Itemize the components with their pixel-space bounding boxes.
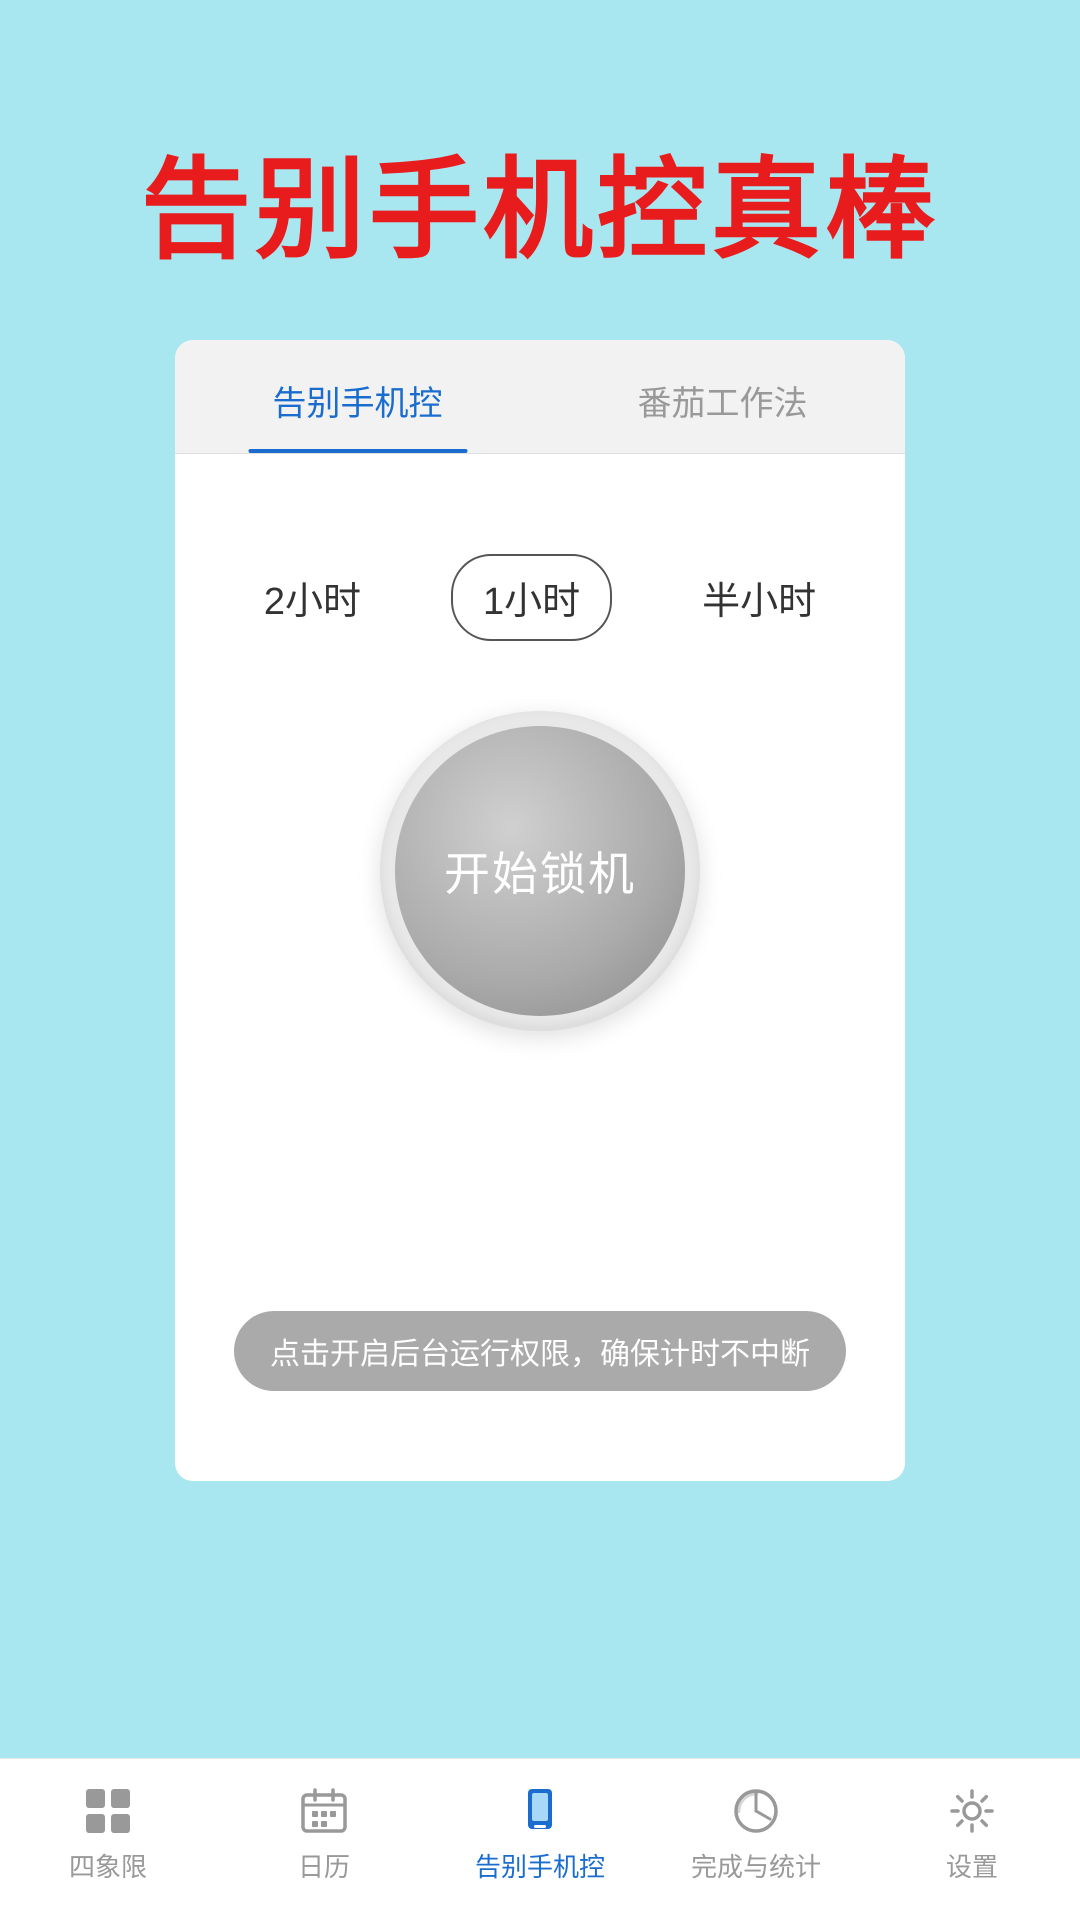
hero-title: 告别手机控真棒 xyxy=(0,120,1080,280)
nav-item-calendar[interactable]: 日历 xyxy=(254,1783,394,1884)
nav-label-stats: 完成与统计 xyxy=(691,1847,821,1884)
tab-content: 2小时 1小时 半小时 开始锁机 点击开启后台运行权限，确保计时不中断 xyxy=(175,454,905,1481)
phone-control-icon xyxy=(512,1783,568,1839)
tab-pomodoro[interactable]: 番茄工作法 xyxy=(540,340,905,453)
stats-icon xyxy=(728,1783,784,1839)
tab-bar: 告别手机控 番茄工作法 xyxy=(175,340,905,454)
nav-label-calendar: 日历 xyxy=(298,1847,350,1884)
nav-label-settings: 设置 xyxy=(946,1847,998,1884)
bottom-hint-text: 点击开启后台运行权限，确保计时不中断 xyxy=(270,1338,810,1371)
time-option-2h[interactable]: 2小时 xyxy=(234,556,391,639)
nav-item-stats[interactable]: 完成与统计 xyxy=(686,1783,826,1884)
lock-button[interactable]: 开始锁机 xyxy=(380,711,700,1031)
time-option-1h[interactable]: 1小时 xyxy=(451,554,612,641)
time-options-group: 2小时 1小时 半小时 xyxy=(234,554,846,641)
bottom-nav: 四象限 日历 告别手机控 xyxy=(0,1758,1080,1920)
settings-icon xyxy=(944,1783,1000,1839)
bottom-hint[interactable]: 点击开启后台运行权限，确保计时不中断 xyxy=(234,1311,846,1391)
quadrant-icon xyxy=(80,1783,136,1839)
tab-phone-control[interactable]: 告别手机控 xyxy=(175,340,540,453)
nav-label-phone-control: 告别手机控 xyxy=(475,1847,605,1884)
calendar-icon xyxy=(296,1783,352,1839)
time-option-half-h[interactable]: 半小时 xyxy=(672,556,846,639)
nav-item-settings[interactable]: 设置 xyxy=(902,1783,1042,1884)
nav-item-quadrant[interactable]: 四象限 xyxy=(38,1783,178,1884)
nav-item-phone-control[interactable]: 告别手机控 xyxy=(470,1783,610,1884)
lock-button-inner: 开始锁机 xyxy=(395,726,685,1016)
app-card: 告别手机控 番茄工作法 2小时 1小时 半小时 开始锁机 xyxy=(175,340,905,1481)
nav-label-quadrant: 四象限 xyxy=(69,1847,147,1884)
lock-button-label: 开始锁机 xyxy=(444,838,636,904)
